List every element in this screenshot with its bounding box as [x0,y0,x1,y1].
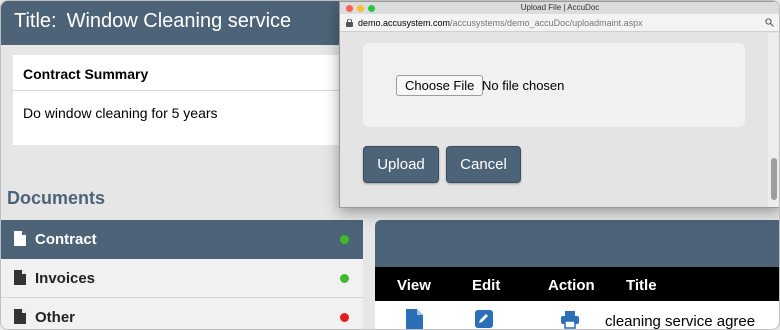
scroll-thumb[interactable] [771,158,777,200]
maximize-icon[interactable] [368,5,375,12]
column-edit: Edit [472,277,501,294]
title-value: Window Cleaning service [66,10,292,32]
url-path: /accusystems/demo_accuDoc/uploadmaint.as… [450,18,643,28]
column-title: Title [626,277,657,294]
cancel-button[interactable]: Cancel [446,146,521,183]
file-status: No file chosen [482,78,565,93]
upload-popup: Upload File | AccuDoc demo.accusystem.co… [339,1,779,208]
document-title[interactable]: cleaning service agree [605,313,755,329]
doc-item-label: Contract [35,231,97,248]
file-icon [14,270,26,285]
doc-item-contract[interactable]: Contract [1,220,363,259]
summary-heading: Contract Summary [13,55,373,91]
url-host: demo.accusystem.com [358,18,451,28]
doc-item-invoices[interactable]: Invoices [1,259,363,298]
documents-list: Contract Invoices Other [1,220,363,329]
status-dot [340,274,349,283]
status-dot [340,235,349,244]
summary-section: Contract Summary Do window cleaning for … [1,45,373,157]
doc-item-other[interactable]: Other [1,298,363,329]
table-row: cleaning service agree [375,301,779,329]
title-label: Title: [14,10,57,32]
column-view: View [397,277,431,294]
popup-content: Choose File No file chosen Upload Cancel [340,33,779,207]
status-dot [340,313,349,322]
doc-item-label: Invoices [35,270,96,287]
printer-icon[interactable] [561,309,579,329]
view-file-icon[interactable] [405,309,423,329]
address-bar[interactable]: demo.accusystem.com/accusystems/demo_acc… [340,14,779,32]
upload-box: Choose File No file chosen [363,43,745,127]
popup-scrollbar[interactable] [768,33,779,207]
summary-text: Do window cleaning for 5 years [23,105,218,121]
choose-file-button[interactable]: Choose File [396,75,484,96]
popup-window-title: Upload File | AccuDoc [520,3,600,12]
file-icon [14,231,26,246]
summary-card: Contract Summary Do window cleaning for … [13,55,373,145]
lock-icon [346,19,353,27]
doc-item-label: Other [35,309,76,326]
minimize-icon[interactable] [357,5,364,12]
pencil-icon[interactable] [475,309,493,329]
close-icon[interactable] [346,5,353,12]
zoom-icon[interactable] [765,18,774,27]
app-window: Title: Window Cleaning service Contract S… [0,0,780,330]
table-header: View Edit Action Title [375,267,779,301]
file-icon [14,309,26,324]
popup-titlebar: Upload File | AccuDoc [340,2,779,14]
upload-button[interactable]: Upload [363,146,439,183]
column-action: Action [548,277,595,294]
documents-heading: Documents [7,188,106,208]
page-title: Title: Window Cleaning service [14,10,301,33]
